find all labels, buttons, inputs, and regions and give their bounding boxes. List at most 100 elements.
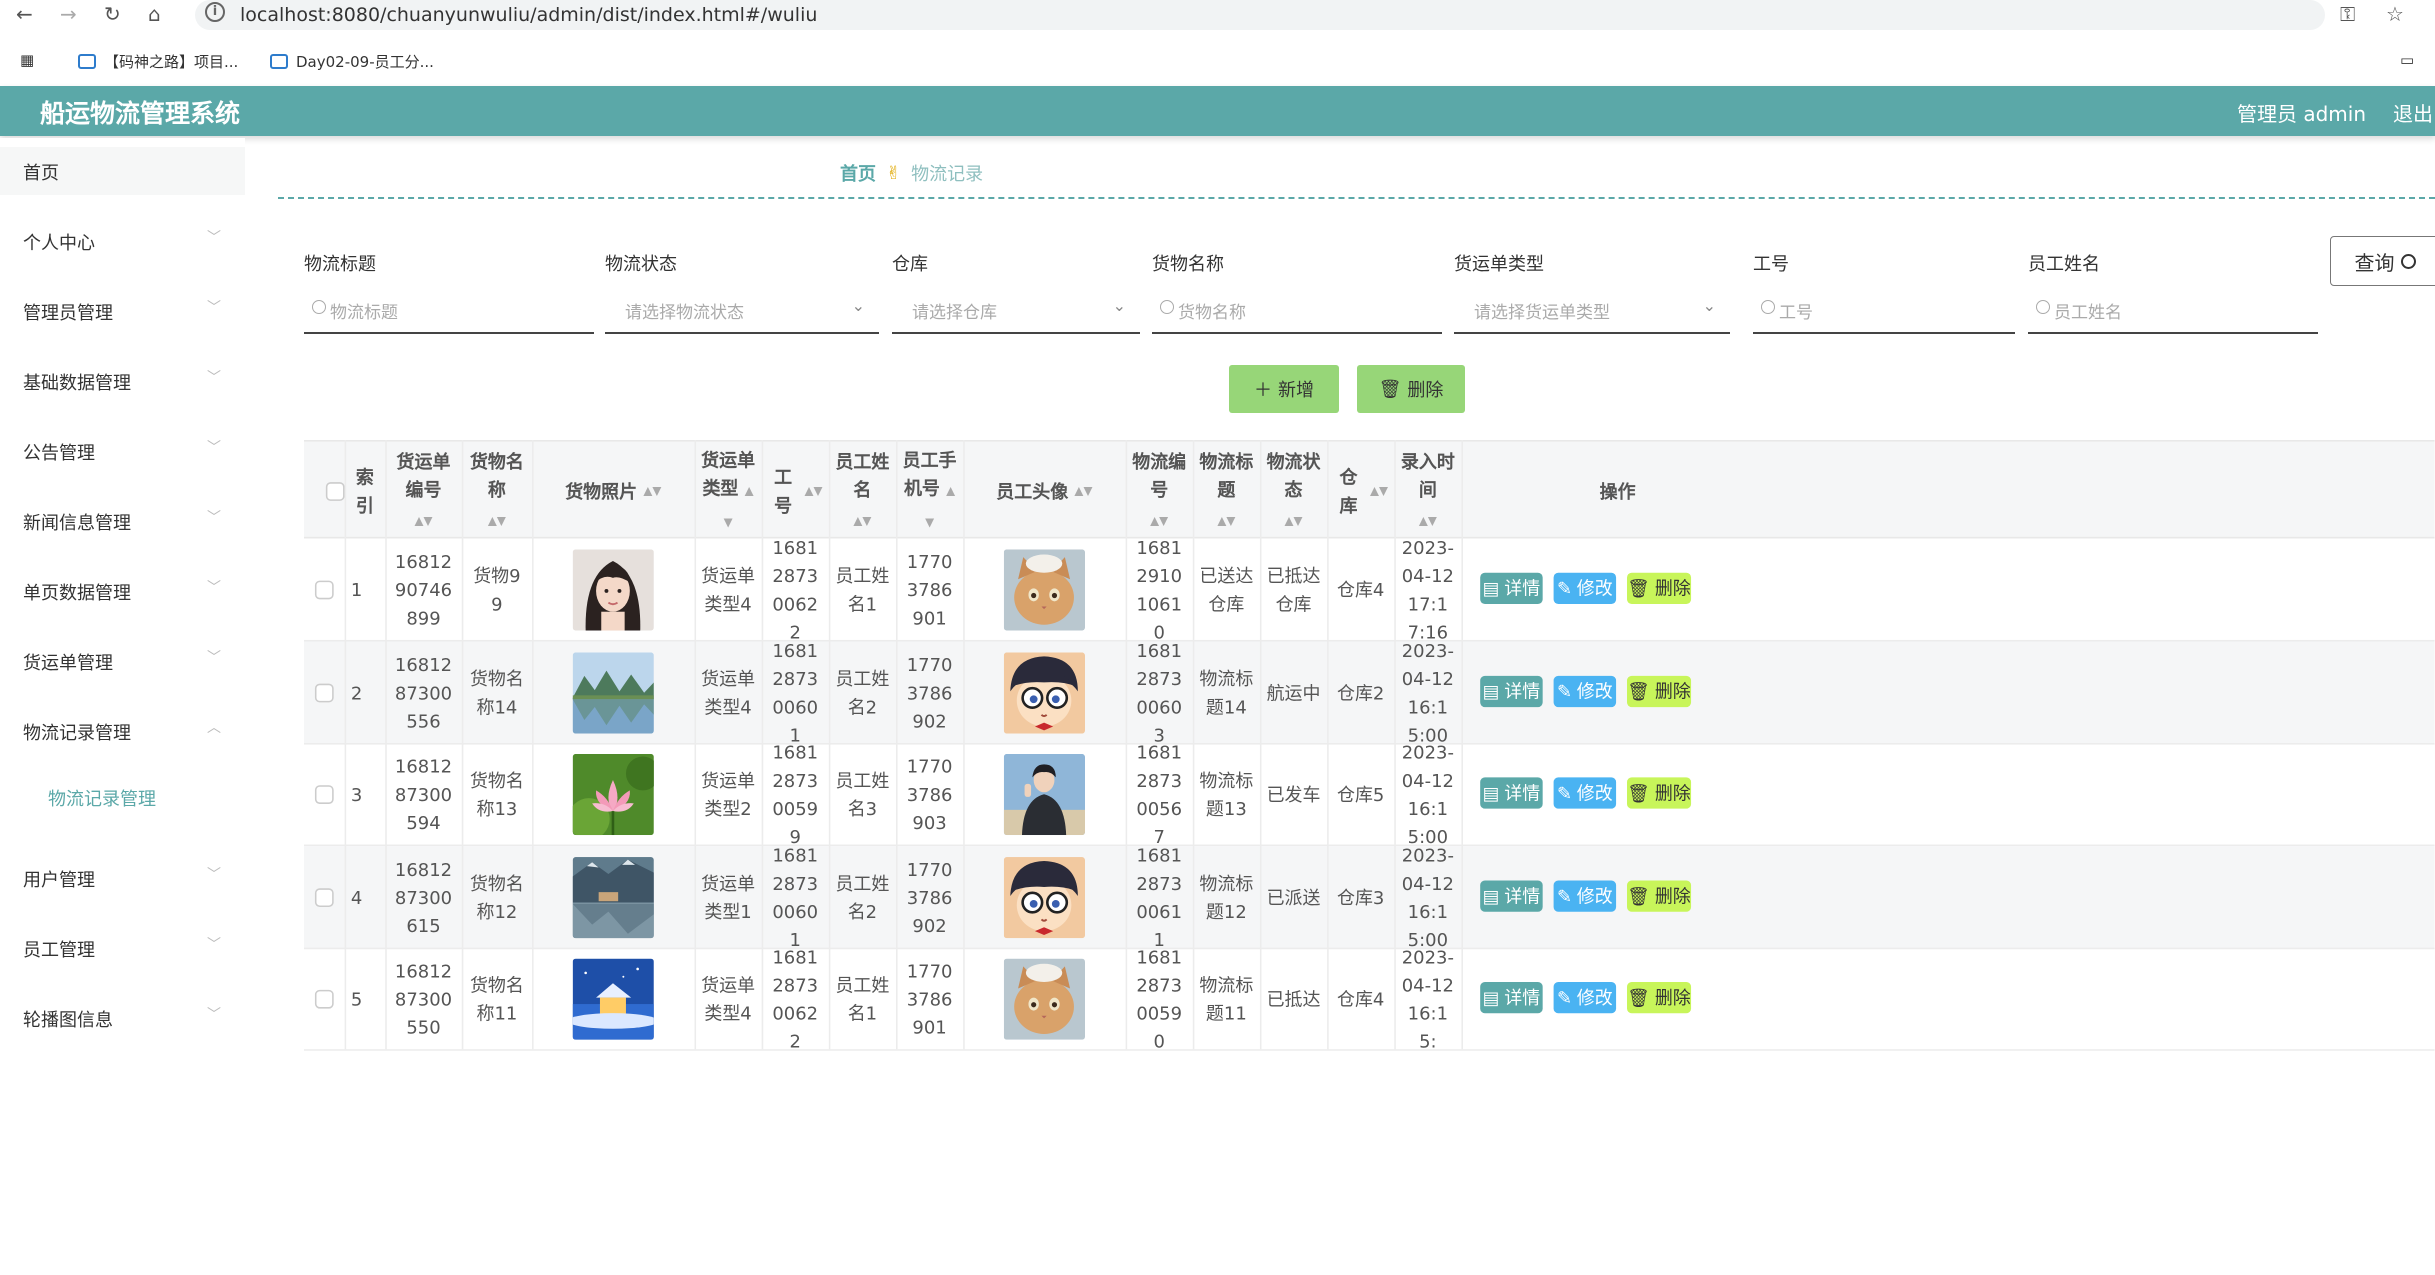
- sidebar-item-news[interactable]: 新闻信息管理 ﹀: [0, 497, 245, 545]
- sidebar-item-employees[interactable]: 员工管理 ﹀: [0, 924, 245, 972]
- sort-icon[interactable]: ▲▼: [414, 513, 432, 527]
- breadcrumb-home[interactable]: 首页: [840, 160, 876, 186]
- goods-photo-snow-night[interactable]: [572, 957, 654, 1040]
- edit-button[interactable]: ✎ 修改: [1553, 675, 1617, 708]
- sort-icon[interactable]: ▲▼: [805, 477, 823, 505]
- sidebar-item-orders[interactable]: 货运单管理 ﹀: [0, 637, 245, 685]
- sort-icon[interactable]: ▲▼: [853, 513, 871, 527]
- forward-arrow-icon[interactable]: →: [60, 2, 77, 26]
- sort-icon[interactable]: ▲▼: [1284, 513, 1302, 527]
- empname-search-input[interactable]: 员工姓名: [2028, 292, 2318, 334]
- chevron-down-icon: ﹀: [207, 867, 221, 883]
- avatar-cartoon-boy[interactable]: [1003, 856, 1085, 938]
- col-emp-name[interactable]: 员工姓名 ▲▼: [829, 442, 896, 540]
- delete-button[interactable]: 🗑 删除: [1627, 982, 1692, 1014]
- sidebar-item-admin[interactable]: 管理员管理 ﹀: [0, 287, 245, 335]
- row-checkbox[interactable]: [314, 682, 334, 702]
- star-icon[interactable]: ☆: [2386, 2, 2404, 26]
- cell-order-type: 货运单类型1: [701, 871, 756, 922]
- col-emp-avatar[interactable]: 员工头像 ▲▼: [963, 442, 1125, 540]
- sort-icon[interactable]: ▲▼: [1370, 477, 1388, 505]
- col-order-type[interactable]: 货运单类型 ▲▼: [695, 442, 762, 540]
- logout-link[interactable]: 退出: [2393, 98, 2433, 127]
- goods-photo-lotus[interactable]: [572, 753, 654, 835]
- site-info-icon[interactable]: i: [205, 2, 225, 22]
- bookmark-item[interactable]: 【码神之路】项目...: [78, 51, 238, 72]
- detail-button[interactable]: ▤ 详情: [1480, 675, 1543, 708]
- avatar-cartoon-boy[interactable]: [1003, 651, 1085, 733]
- sidebar-item-notice[interactable]: 公告管理 ﹀: [0, 427, 245, 475]
- goods-photo-portrait-girl[interactable]: [572, 548, 654, 630]
- bookmark-item[interactable]: Day02-09-员工分...: [270, 51, 434, 72]
- avatar-young-man[interactable]: [1003, 753, 1085, 835]
- sidebar-item-basedata[interactable]: 基础数据管理 ﹀: [0, 357, 245, 405]
- sort-icon[interactable]: ▲▼: [643, 477, 661, 505]
- col-goods-photo[interactable]: 货物照片 ▲▼: [532, 442, 694, 540]
- status-select[interactable]: 请选择物流状态 ⌄: [605, 292, 879, 334]
- avatar-cat[interactable]: [1003, 957, 1085, 1040]
- cell-insert-time: 2023-04-12 16:15:00: [1401, 843, 1454, 950]
- reload-icon[interactable]: ↻: [104, 2, 121, 26]
- goods-search-input[interactable]: 货物名称: [1152, 292, 1442, 334]
- edit-button[interactable]: ✎ 修改: [1553, 572, 1617, 605]
- key-icon[interactable]: ⚿: [2340, 2, 2355, 26]
- row-checkbox[interactable]: [314, 887, 334, 907]
- col-emp-phone[interactable]: 员工手机号 ▲▼: [896, 442, 963, 540]
- col-insert-time[interactable]: 录入时间 ▲▼: [1394, 442, 1461, 540]
- detail-button[interactable]: ▤ 详情: [1480, 777, 1543, 809]
- sidebar-subitem-wuliu[interactable]: 物流记录管理: [48, 785, 156, 811]
- select-all-checkbox[interactable]: [325, 481, 345, 501]
- delete-button[interactable]: 🗑 删除: [1627, 880, 1692, 912]
- apps-grid-icon[interactable]: ▦: [20, 51, 34, 69]
- sidebar-item-wuliu[interactable]: 物流记录管理 ︿: [0, 707, 245, 755]
- detail-button[interactable]: ▤ 详情: [1480, 880, 1543, 912]
- delete-button[interactable]: 🗑 删除: [1627, 777, 1692, 809]
- bookmarks-folder-icon[interactable]: ▭: [2400, 51, 2414, 69]
- back-arrow-icon[interactable]: ←: [16, 2, 33, 26]
- table-row: 2 1681287300556 货物名称14 货运单类型4 1681287300…: [304, 639, 2435, 746]
- home-icon[interactable]: ⌂: [148, 2, 161, 26]
- detail-button[interactable]: ▤ 详情: [1480, 572, 1543, 605]
- goods-photo-alpine-village[interactable]: [572, 856, 654, 938]
- col-goods-name[interactable]: 货物名称 ▲▼: [462, 442, 532, 540]
- empno-search-input[interactable]: 工号: [1753, 292, 2015, 334]
- row-checkbox[interactable]: [314, 989, 334, 1008]
- sidebar-item-singlepage[interactable]: 单页数据管理 ﹀: [0, 567, 245, 615]
- title-search-input[interactable]: 物流标题: [304, 292, 594, 334]
- col-order-no[interactable]: 货运单编号 ▲▼: [385, 442, 462, 540]
- row-checkbox[interactable]: [314, 579, 334, 599]
- sort-icon[interactable]: ▲▼: [1217, 513, 1235, 527]
- sort-icon[interactable]: ▲▼: [1419, 513, 1437, 527]
- sort-icon[interactable]: ▲▼: [488, 513, 506, 527]
- goods-photo-mountain-lake[interactable]: [572, 651, 654, 733]
- cell-emp-no: 1681287300601: [772, 639, 819, 746]
- col-wuliu-title[interactable]: 物流标题 ▲▼: [1193, 442, 1260, 540]
- sidebar-item-profile[interactable]: 个人中心 ﹀: [0, 217, 245, 265]
- avatar-cat[interactable]: [1003, 548, 1085, 630]
- delete-button[interactable]: 🗑 删除: [1627, 572, 1692, 605]
- sidebar-item-home[interactable]: 首页: [0, 147, 245, 195]
- type-select[interactable]: 请选择货运单类型 ⌄: [1454, 292, 1730, 334]
- col-warehouse[interactable]: 仓库 ▲▼: [1327, 442, 1394, 540]
- batch-delete-button[interactable]: 🗑 删除: [1357, 365, 1465, 413]
- delete-button[interactable]: 🗑 删除: [1627, 675, 1692, 708]
- cell-wuliu-status: 已抵达: [1266, 987, 1321, 1010]
- col-wuliu-no[interactable]: 物流编号 ▲▼: [1126, 442, 1193, 540]
- column-divider: [1125, 440, 1128, 1050]
- sidebar-item-carousel[interactable]: 轮播图信息 ﹀: [0, 994, 245, 1042]
- edit-button[interactable]: ✎ 修改: [1553, 982, 1617, 1014]
- url-text[interactable]: localhost:8080/chuanyunwuliu/admin/dist/…: [240, 3, 817, 27]
- col-emp-no[interactable]: 工号 ▲▼: [762, 442, 829, 540]
- add-button[interactable]: ＋ 新增: [1229, 365, 1339, 413]
- edit-button[interactable]: ✎ 修改: [1553, 777, 1617, 809]
- column-divider: [1259, 440, 1262, 1050]
- sidebar-item-users[interactable]: 用户管理 ﹀: [0, 854, 245, 902]
- sort-icon[interactable]: ▲▼: [1150, 513, 1168, 527]
- edit-button[interactable]: ✎ 修改: [1553, 880, 1617, 912]
- row-checkbox[interactable]: [314, 784, 334, 804]
- detail-button[interactable]: ▤ 详情: [1480, 982, 1543, 1014]
- warehouse-select[interactable]: 请选择仓库 ⌄: [892, 292, 1140, 334]
- col-wuliu-status[interactable]: 物流状态 ▲▼: [1260, 442, 1327, 540]
- query-button[interactable]: 查询: [2330, 236, 2435, 286]
- sort-icon[interactable]: ▲▼: [1074, 477, 1092, 505]
